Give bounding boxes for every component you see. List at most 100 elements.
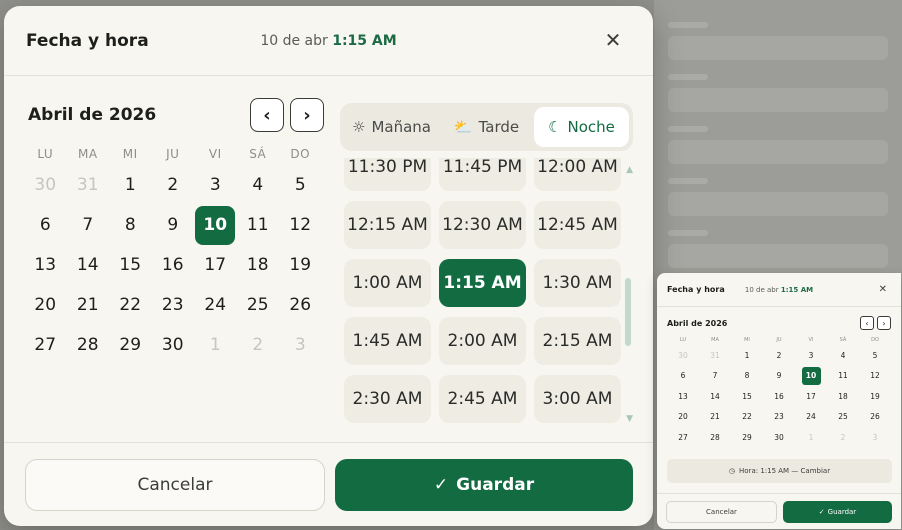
time-slot[interactable]: 11:45 PM — [439, 158, 526, 191]
mini-day-cell[interactable]: 15 — [731, 386, 763, 407]
scroll-up-arrow-icon[interactable]: ▲ — [626, 165, 633, 175]
time-slot[interactable]: 1:00 AM — [344, 259, 431, 307]
day-cell[interactable]: 19 — [279, 245, 322, 285]
mini-day-cell[interactable]: 16 — [763, 386, 795, 407]
mini-cancel-button[interactable]: Cancelar — [666, 500, 777, 523]
mini-day-cell[interactable]: 14 — [699, 386, 731, 407]
scroll-down-arrow-icon[interactable]: ▼ — [626, 414, 633, 424]
day-cell[interactable]: 2 — [152, 165, 195, 205]
mini-day-cell[interactable]: 25 — [827, 407, 859, 428]
mini-day-cell[interactable]: 1 — [795, 427, 827, 448]
mini-day-cell[interactable]: 26 — [859, 407, 891, 428]
time-slot-selected[interactable]: 1:15 AM — [439, 259, 526, 307]
time-slot[interactable]: 2:15 AM — [534, 317, 621, 365]
mini-day-cell[interactable]: 22 — [731, 407, 763, 428]
mini-day-cell[interactable]: 6 — [667, 366, 699, 387]
mini-day-cell[interactable]: 19 — [859, 386, 891, 407]
day-cell[interactable]: 9 — [152, 205, 195, 245]
mini-day-cell[interactable]: 11 — [827, 366, 859, 387]
mini-day-cell[interactable]: 4 — [827, 345, 859, 366]
time-slot[interactable]: 12:45 AM — [534, 201, 621, 249]
day-cell[interactable]: 3 — [194, 165, 237, 205]
mini-day-cell[interactable]: 2 — [763, 345, 795, 366]
mini-day-cell-selected[interactable]: 10 — [795, 366, 827, 387]
next-month-button[interactable]: › — [290, 98, 324, 132]
mini-next-month-button[interactable]: › — [877, 316, 891, 330]
mini-close-icon[interactable]: ✕ — [879, 284, 887, 295]
time-slot[interactable]: 3:00 AM — [534, 375, 621, 423]
time-slot[interactable]: 12:30 AM — [439, 201, 526, 249]
time-slot[interactable]: 1:45 AM — [344, 317, 431, 365]
mini-day-cell[interactable]: 23 — [763, 407, 795, 428]
day-cell[interactable]: 13 — [24, 245, 67, 285]
day-cell[interactable]: 17 — [194, 245, 237, 285]
scrollbar-thumb[interactable] — [625, 278, 631, 346]
day-cell[interactable]: 1 — [109, 165, 152, 205]
mini-day-cell[interactable]: 5 — [859, 345, 891, 366]
mini-day-cell[interactable]: 18 — [827, 386, 859, 407]
day-cell[interactable]: 21 — [67, 285, 110, 325]
mini-day-cell[interactable]: 12 — [859, 366, 891, 387]
prev-month-button[interactable]: ‹ — [250, 98, 284, 132]
day-cell[interactable]: 23 — [152, 285, 195, 325]
mini-day-cell[interactable]: 7 — [699, 366, 731, 387]
mini-day-cell[interactable]: 27 — [667, 427, 699, 448]
day-cell[interactable]: 2 — [237, 325, 280, 365]
mini-day-cell[interactable]: 9 — [763, 366, 795, 387]
time-slot[interactable]: 2:00 AM — [439, 317, 526, 365]
mini-day-cell[interactable]: 13 — [667, 386, 699, 407]
day-cell[interactable]: 4 — [237, 165, 280, 205]
mini-day-cell[interactable]: 30 — [763, 427, 795, 448]
day-cell[interactable]: 29 — [109, 325, 152, 365]
mini-day-cell[interactable]: 31 — [699, 345, 731, 366]
mini-day-cell[interactable]: 17 — [795, 386, 827, 407]
time-slot[interactable]: 2:45 AM — [439, 375, 526, 423]
mini-day-cell[interactable]: 28 — [699, 427, 731, 448]
mini-day-cell[interactable]: 21 — [699, 407, 731, 428]
mini-day-cell[interactable]: 2 — [827, 427, 859, 448]
day-cell[interactable]: 27 — [24, 325, 67, 365]
day-cell[interactable]: 6 — [24, 205, 67, 245]
tab-noche[interactable]: ☾ Noche — [534, 107, 629, 147]
mini-day-cell[interactable]: 24 — [795, 407, 827, 428]
day-cell[interactable]: 22 — [109, 285, 152, 325]
day-cell[interactable]: 24 — [194, 285, 237, 325]
day-cell[interactable]: 16 — [152, 245, 195, 285]
mini-day-cell[interactable]: 20 — [667, 407, 699, 428]
day-cell[interactable]: 5 — [279, 165, 322, 205]
mini-save-button[interactable]: ✓ Guardar — [783, 500, 892, 523]
mini-day-cell[interactable]: 8 — [731, 366, 763, 387]
day-cell[interactable]: 7 — [67, 205, 110, 245]
day-cell[interactable]: 26 — [279, 285, 322, 325]
day-cell[interactable]: 30 — [24, 165, 67, 205]
time-slot-list[interactable]: 11:30 PM 11:45 PM 12:00 AM 12:15 AM 12:30 AM… — [344, 158, 622, 424]
mini-day-cell[interactable]: 29 — [731, 427, 763, 448]
tab-tarde[interactable]: ⛅ Tarde — [439, 107, 534, 147]
day-cell[interactable]: 1 — [194, 325, 237, 365]
mini-day-cell[interactable]: 3 — [859, 427, 891, 448]
tab-manana[interactable]: ☼ Mañana — [344, 107, 439, 147]
day-cell[interactable]: 15 — [109, 245, 152, 285]
time-slot[interactable]: 1:30 AM — [534, 259, 621, 307]
mini-day-cell[interactable]: 3 — [795, 345, 827, 366]
time-slot[interactable]: 12:00 AM — [534, 158, 621, 191]
day-cell[interactable]: 20 — [24, 285, 67, 325]
time-slot[interactable]: 12:15 AM — [344, 201, 431, 249]
cancel-button[interactable]: Cancelar — [25, 458, 325, 511]
day-cell[interactable]: 14 — [67, 245, 110, 285]
day-cell[interactable]: 3 — [279, 325, 322, 365]
day-cell[interactable]: 12 — [279, 205, 322, 245]
day-cell-selected[interactable]: 10 — [194, 205, 237, 245]
time-slot[interactable]: 11:30 PM — [344, 158, 431, 191]
mini-day-cell[interactable]: 30 — [667, 345, 699, 366]
mini-prev-month-button[interactable]: ‹ — [860, 316, 874, 330]
save-button[interactable]: ✓ Guardar — [335, 458, 633, 511]
day-cell[interactable]: 25 — [237, 285, 280, 325]
day-cell[interactable]: 11 — [237, 205, 280, 245]
time-slot[interactable]: 2:30 AM — [344, 375, 431, 423]
day-cell[interactable]: 18 — [237, 245, 280, 285]
day-cell[interactable]: 31 — [67, 165, 110, 205]
day-cell[interactable]: 28 — [67, 325, 110, 365]
day-cell[interactable]: 8 — [109, 205, 152, 245]
change-time-button[interactable]: ◷ Hora: 1:15 AM — Cambiar — [667, 459, 892, 483]
